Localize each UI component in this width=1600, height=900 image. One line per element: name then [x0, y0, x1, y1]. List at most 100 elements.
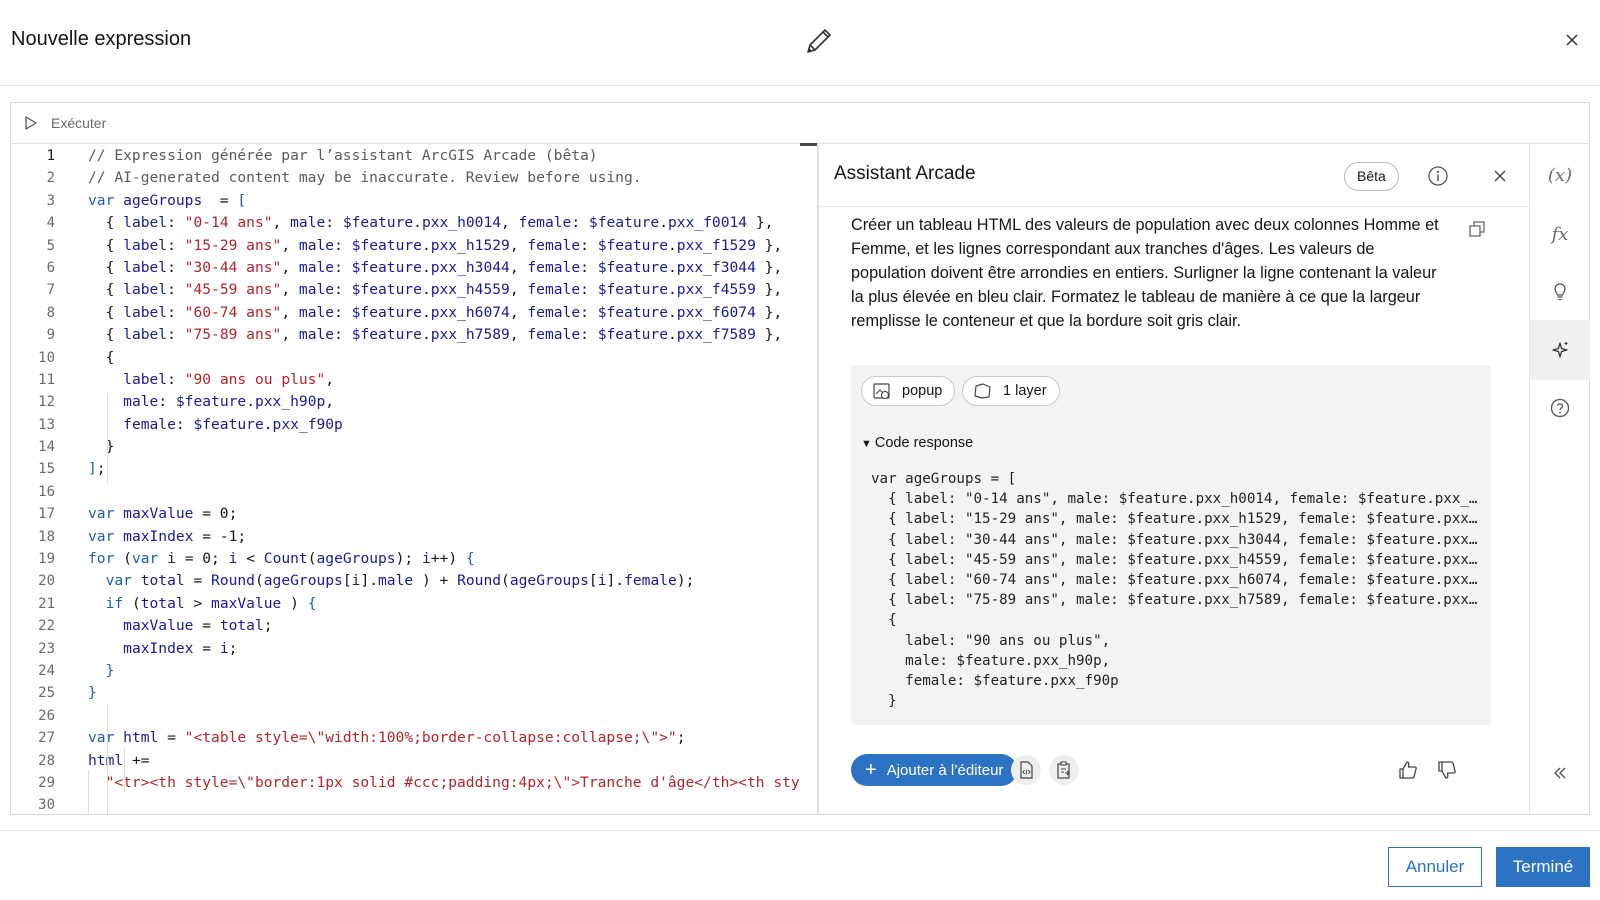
- response-code-line: female: $feature.pxx_f90p: [871, 672, 1119, 689]
- assistant-header: Assistant Arcade Bêta: [819, 145, 1529, 207]
- dialog-title: Nouvelle expression: [11, 28, 192, 50]
- function-icon: fx: [1551, 223, 1569, 245]
- close-icon[interactable]: [1562, 30, 1582, 50]
- line-number: 17: [38, 506, 55, 523]
- pencil-icon[interactable]: [802, 24, 834, 58]
- assistant-conversation: Créer un tableau HTML des valeurs de pop…: [819, 207, 1529, 814]
- line-number: 10: [38, 349, 55, 366]
- lightbulb-icon: [1554, 283, 1566, 301]
- thumbs-up-icon[interactable]: [1397, 759, 1419, 781]
- code-line: "<tr><th style=\"border:1px solid #ccc;p…: [105, 773, 800, 791]
- side-rail: (x) fx: [1529, 145, 1590, 814]
- popup-icon: [873, 383, 890, 400]
- code-line: var html = "<table style=\"width:100%;bo…: [88, 729, 686, 747]
- indent-guide: [124, 748, 125, 792]
- play-icon: [25, 116, 37, 130]
- footer-divider: [0, 830, 1600, 831]
- response-code-line: label: "90 ans ou plus",: [871, 632, 1111, 649]
- help-icon: [1550, 398, 1570, 418]
- collapse-button[interactable]: [1530, 743, 1590, 803]
- code-response-toggle[interactable]: ▼ Code response: [861, 435, 973, 451]
- chevrons-left-icon: [1554, 767, 1566, 779]
- line-number: 7: [46, 282, 55, 299]
- line-number: 15: [38, 461, 55, 478]
- code-file-icon: [1020, 761, 1033, 779]
- line-number: 23: [38, 640, 55, 657]
- code-toggle-label: Code response: [874, 435, 974, 451]
- scrollbar-thumb[interactable]: [800, 143, 817, 146]
- code-line: { label: "75-89 ans", male: $feature.pxx…: [88, 326, 783, 344]
- copy-icon[interactable]: [1467, 219, 1487, 239]
- line-number: 12: [38, 394, 55, 411]
- line-number: 29: [38, 774, 55, 791]
- response-code-line: }: [871, 693, 897, 710]
- indent-guide: [107, 704, 108, 814]
- response-code-line: {: [871, 612, 897, 629]
- indent-guide: [107, 393, 108, 483]
- line-number: 18: [38, 528, 55, 545]
- line-number: 11: [38, 371, 55, 388]
- line-number: 8: [46, 304, 55, 321]
- copy-code-button[interactable]: [1049, 755, 1079, 785]
- line-number: 25: [38, 685, 55, 702]
- code-line: maxValue = total;: [123, 617, 273, 635]
- layer-icon: [974, 383, 991, 399]
- response-code-line: { label: "15-29 ans", male: $feature.pxx…: [871, 511, 1481, 528]
- add-to-editor-button[interactable]: + Ajouter à l’éditeur: [851, 754, 1018, 786]
- line-number: 24: [38, 662, 55, 679]
- line-number: 1: [46, 148, 55, 164]
- code-line: female: $feature.pxx_f90p: [123, 415, 343, 433]
- chip-label: 1 layer: [1003, 383, 1047, 399]
- code-line: { label: "0-14 ans", male: $feature.pxx_…: [88, 214, 774, 232]
- line-number: 16: [38, 483, 55, 500]
- code-line: if (total > maxValue ) {: [105, 594, 317, 612]
- response-code-line: { label: "75-89 ans", male: $feature.pxx…: [871, 592, 1481, 609]
- run-label: Exécuter: [51, 115, 107, 131]
- code-line: { label: "15-29 ans", male: $feature.pxx…: [88, 236, 783, 254]
- line-number: 14: [38, 439, 55, 456]
- line-number: 13: [38, 416, 55, 433]
- line-number: 19: [38, 551, 55, 568]
- info-icon[interactable]: [1427, 165, 1449, 187]
- popup-chip[interactable]: popup: [861, 376, 956, 406]
- code-line: html +=: [88, 751, 150, 769]
- thumbs-down-icon[interactable]: [1436, 759, 1458, 781]
- line-number: 5: [46, 237, 55, 254]
- assistant-title: Assistant Arcade: [834, 163, 976, 184]
- user-prompt: Créer un tableau HTML des valeurs de pop…: [851, 216, 1439, 330]
- functions-button[interactable]: fx: [1530, 204, 1590, 264]
- suggestions-button[interactable]: [1530, 262, 1590, 322]
- code-line: for (var i = 0; i < Count(ageGroups); i+…: [88, 550, 475, 568]
- code-line: maxIndex = i;: [123, 639, 238, 657]
- layer-chip[interactable]: 1 layer: [962, 376, 1060, 406]
- code-editor[interactable]: 1 2 3 4 5 6 7 8 9 10 11 12 13 14 15 16 17 18 19 20 21 22 23 24 2…: [11, 145, 817, 814]
- help-button[interactable]: [1530, 378, 1590, 438]
- code-line: { label: "60-74 ans", male: $feature.pxx…: [88, 303, 783, 321]
- done-button[interactable]: Terminé: [1496, 847, 1590, 887]
- code-lines[interactable]: // Expression générée par l’assistant Ar…: [88, 145, 800, 814]
- code-line: male: $feature.pxx_h90p,: [123, 393, 335, 411]
- insert-code-button[interactable]: [1011, 755, 1041, 785]
- response-code-line: { label: "0-14 ans", male: $feature.pxx_…: [871, 491, 1481, 508]
- run-button[interactable]: Exécuter: [23, 112, 106, 134]
- response-code-line: var ageGroups = [: [871, 471, 1017, 487]
- plus-icon: +: [865, 759, 877, 781]
- beta-badge: Bêta: [1344, 162, 1399, 191]
- line-number: 27: [38, 730, 55, 747]
- code-line: // AI-generated content may be inaccurat…: [88, 169, 642, 187]
- code-line: }: [88, 438, 115, 456]
- code-line: }: [88, 684, 97, 702]
- add-to-editor-label: Ajouter à l’éditeur: [886, 761, 1004, 779]
- line-number: 9: [46, 327, 55, 344]
- close-icon[interactable]: [1493, 169, 1507, 183]
- cancel-button[interactable]: Annuler: [1388, 847, 1482, 887]
- line-number: 28: [38, 752, 55, 769]
- line-number: 4: [46, 215, 55, 232]
- response-code-line: { label: "60-74 ans", male: $feature.pxx…: [871, 571, 1481, 588]
- code-line: ];: [88, 460, 106, 478]
- variables-button[interactable]: (x): [1530, 145, 1590, 205]
- assistant-button[interactable]: [1530, 320, 1590, 380]
- line-number: 20: [38, 573, 55, 590]
